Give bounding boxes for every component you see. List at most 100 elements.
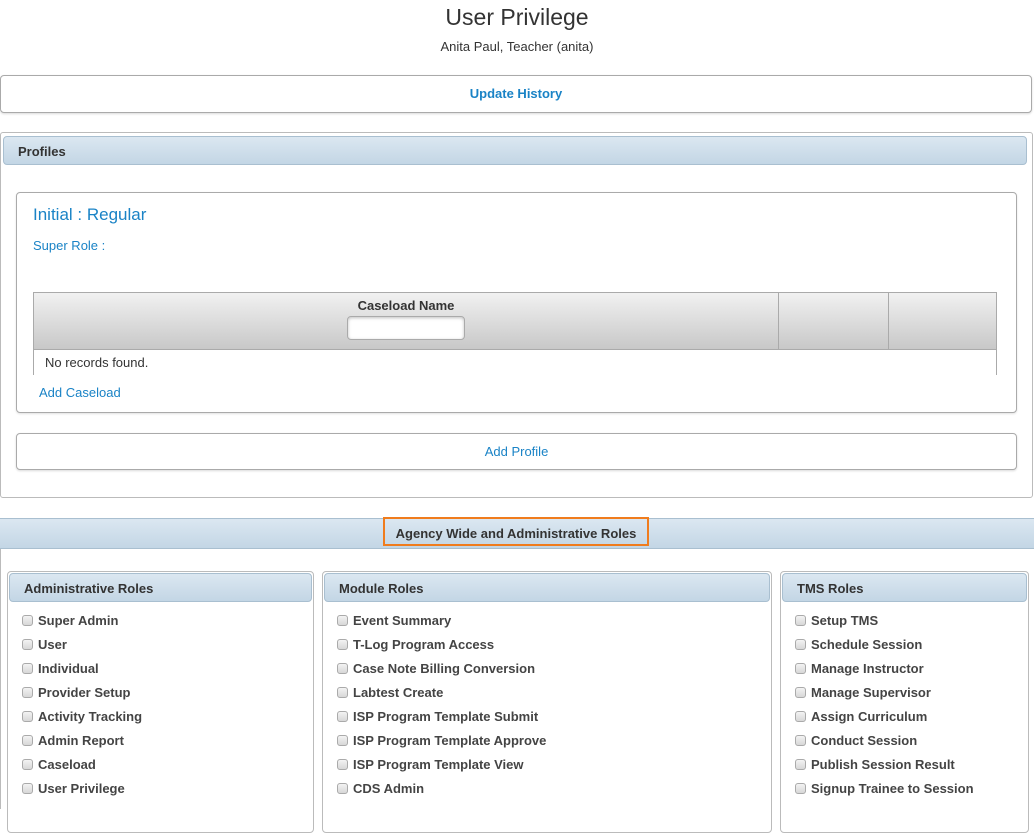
role-item[interactable]: Admin Report — [22, 728, 142, 752]
checkbox[interactable] — [337, 782, 348, 794]
agency-roles-header-bar[interactable]: Agency Wide and Administrative Roles — [0, 517, 1034, 549]
add-profile-link[interactable]: Add Profile — [17, 434, 1016, 469]
role-item[interactable]: CDS Admin — [337, 776, 546, 800]
role-item[interactable]: Manage Instructor — [795, 656, 974, 680]
role-label[interactable]: Admin Report — [38, 733, 124, 748]
checkbox[interactable] — [337, 686, 348, 698]
checkbox[interactable] — [337, 614, 348, 626]
checkbox[interactable] — [795, 614, 806, 626]
super-role-label: Super Role : — [33, 238, 106, 253]
role-label[interactable]: User Privilege — [38, 781, 125, 796]
role-label[interactable]: Schedule Session — [811, 637, 922, 652]
add-caseload-link[interactable]: Add Caseload — [39, 385, 121, 400]
add-profile-box: Add Profile — [16, 433, 1017, 470]
checkbox[interactable] — [795, 758, 806, 770]
role-label[interactable]: CDS Admin — [353, 781, 424, 796]
page-title: User Privilege — [445, 4, 589, 30]
role-item[interactable]: Provider Setup — [22, 680, 142, 704]
role-item[interactable]: Assign Curriculum — [795, 704, 974, 728]
module-roles-list: Event Summary T-Log Program Access Case … — [337, 608, 546, 800]
checkbox[interactable] — [22, 710, 33, 722]
caseload-name-column: Caseload Name — [34, 293, 779, 349]
checkbox[interactable] — [22, 662, 33, 674]
role-label[interactable]: Labtest Create — [353, 685, 443, 700]
administrative-roles-header: Administrative Roles — [9, 573, 312, 602]
module-roles-box: Module Roles Event Summary T-Log Program… — [322, 571, 772, 833]
column-header-3 — [889, 293, 996, 349]
role-label[interactable]: Individual — [38, 661, 99, 676]
profiles-header[interactable]: Profiles — [3, 136, 1027, 165]
tms-roles-list: Setup TMS Schedule Session Manage Instru… — [795, 608, 974, 800]
column-header-2 — [779, 293, 889, 349]
caseload-table-header: Caseload Name — [34, 293, 996, 350]
checkbox[interactable] — [337, 758, 348, 770]
role-label[interactable]: Provider Setup — [38, 685, 130, 700]
role-item[interactable]: Manage Supervisor — [795, 680, 974, 704]
module-roles-header: Module Roles — [324, 573, 770, 602]
role-label[interactable]: User — [38, 637, 67, 652]
profile-card: Initial : Regular Super Role : Caseload … — [16, 192, 1017, 413]
role-item[interactable]: Publish Session Result — [795, 752, 974, 776]
profile-title: Initial : Regular — [33, 205, 147, 224]
checkbox[interactable] — [22, 614, 33, 626]
role-label[interactable]: Signup Trainee to Session — [811, 781, 974, 796]
caseload-name-filter-input[interactable] — [347, 316, 465, 340]
update-history-link[interactable]: Update History — [1, 76, 1031, 112]
role-item[interactable]: ISP Program Template View — [337, 752, 546, 776]
role-label[interactable]: Publish Session Result — [811, 757, 955, 772]
role-item[interactable]: ISP Program Template Submit — [337, 704, 546, 728]
checkbox[interactable] — [22, 686, 33, 698]
administrative-roles-list: Super Admin User Individual Provider Set… — [22, 608, 142, 800]
checkbox[interactable] — [337, 662, 348, 674]
role-label[interactable]: Event Summary — [353, 613, 451, 628]
role-item[interactable]: User Privilege — [22, 776, 142, 800]
checkbox[interactable] — [795, 710, 806, 722]
profiles-panel: Profiles Initial : Regular Super Role : … — [0, 132, 1033, 498]
role-item[interactable]: Event Summary — [337, 608, 546, 632]
role-label[interactable]: ISP Program Template View — [353, 757, 524, 772]
checkbox[interactable] — [795, 782, 806, 794]
role-label[interactable]: Case Note Billing Conversion — [353, 661, 535, 676]
agency-roles-header: Agency Wide and Administrative Roles — [383, 517, 649, 546]
role-label[interactable]: T-Log Program Access — [353, 637, 494, 652]
role-item[interactable]: Individual — [22, 656, 142, 680]
role-label[interactable]: ISP Program Template Submit — [353, 709, 538, 724]
role-item[interactable]: Case Note Billing Conversion — [337, 656, 546, 680]
role-label[interactable]: Manage Instructor — [811, 661, 924, 676]
role-item[interactable]: User — [22, 632, 142, 656]
role-item[interactable]: ISP Program Template Approve — [337, 728, 546, 752]
role-label[interactable]: Setup TMS — [811, 613, 878, 628]
tms-roles-box: TMS Roles Setup TMS Schedule Session Man… — [780, 571, 1029, 833]
role-label[interactable]: Assign Curriculum — [811, 709, 927, 724]
role-item[interactable]: T-Log Program Access — [337, 632, 546, 656]
checkbox[interactable] — [795, 734, 806, 746]
checkbox[interactable] — [337, 638, 348, 650]
role-item[interactable]: Labtest Create — [337, 680, 546, 704]
role-label[interactable]: Super Admin — [38, 613, 118, 628]
role-label[interactable]: Caseload — [38, 757, 96, 772]
agency-roles-panel: Agency Wide and Administrative Roles Adm… — [0, 517, 1034, 833]
checkbox[interactable] — [22, 782, 33, 794]
role-item[interactable]: Super Admin — [22, 608, 142, 632]
checkbox[interactable] — [337, 710, 348, 722]
checkbox[interactable] — [795, 662, 806, 674]
checkbox[interactable] — [337, 734, 348, 746]
checkbox[interactable] — [22, 638, 33, 650]
role-label[interactable]: Activity Tracking — [38, 709, 142, 724]
role-label[interactable]: Conduct Session — [811, 733, 917, 748]
role-item[interactable]: Setup TMS — [795, 608, 974, 632]
role-item[interactable]: Schedule Session — [795, 632, 974, 656]
role-item[interactable]: Signup Trainee to Session — [795, 776, 974, 800]
checkbox[interactable] — [22, 758, 33, 770]
role-item[interactable]: Activity Tracking — [22, 704, 142, 728]
checkbox[interactable] — [795, 686, 806, 698]
role-item[interactable]: Caseload — [22, 752, 142, 776]
empty-message: No records found. — [34, 350, 996, 376]
checkbox[interactable] — [22, 734, 33, 746]
role-item[interactable]: Conduct Session — [795, 728, 974, 752]
checkbox[interactable] — [795, 638, 806, 650]
role-label[interactable]: ISP Program Template Approve — [353, 733, 546, 748]
caseload-name-header[interactable]: Caseload Name — [34, 298, 778, 313]
user-subtitle: Anita Paul, Teacher (anita) — [440, 39, 594, 54]
role-label[interactable]: Manage Supervisor — [811, 685, 931, 700]
